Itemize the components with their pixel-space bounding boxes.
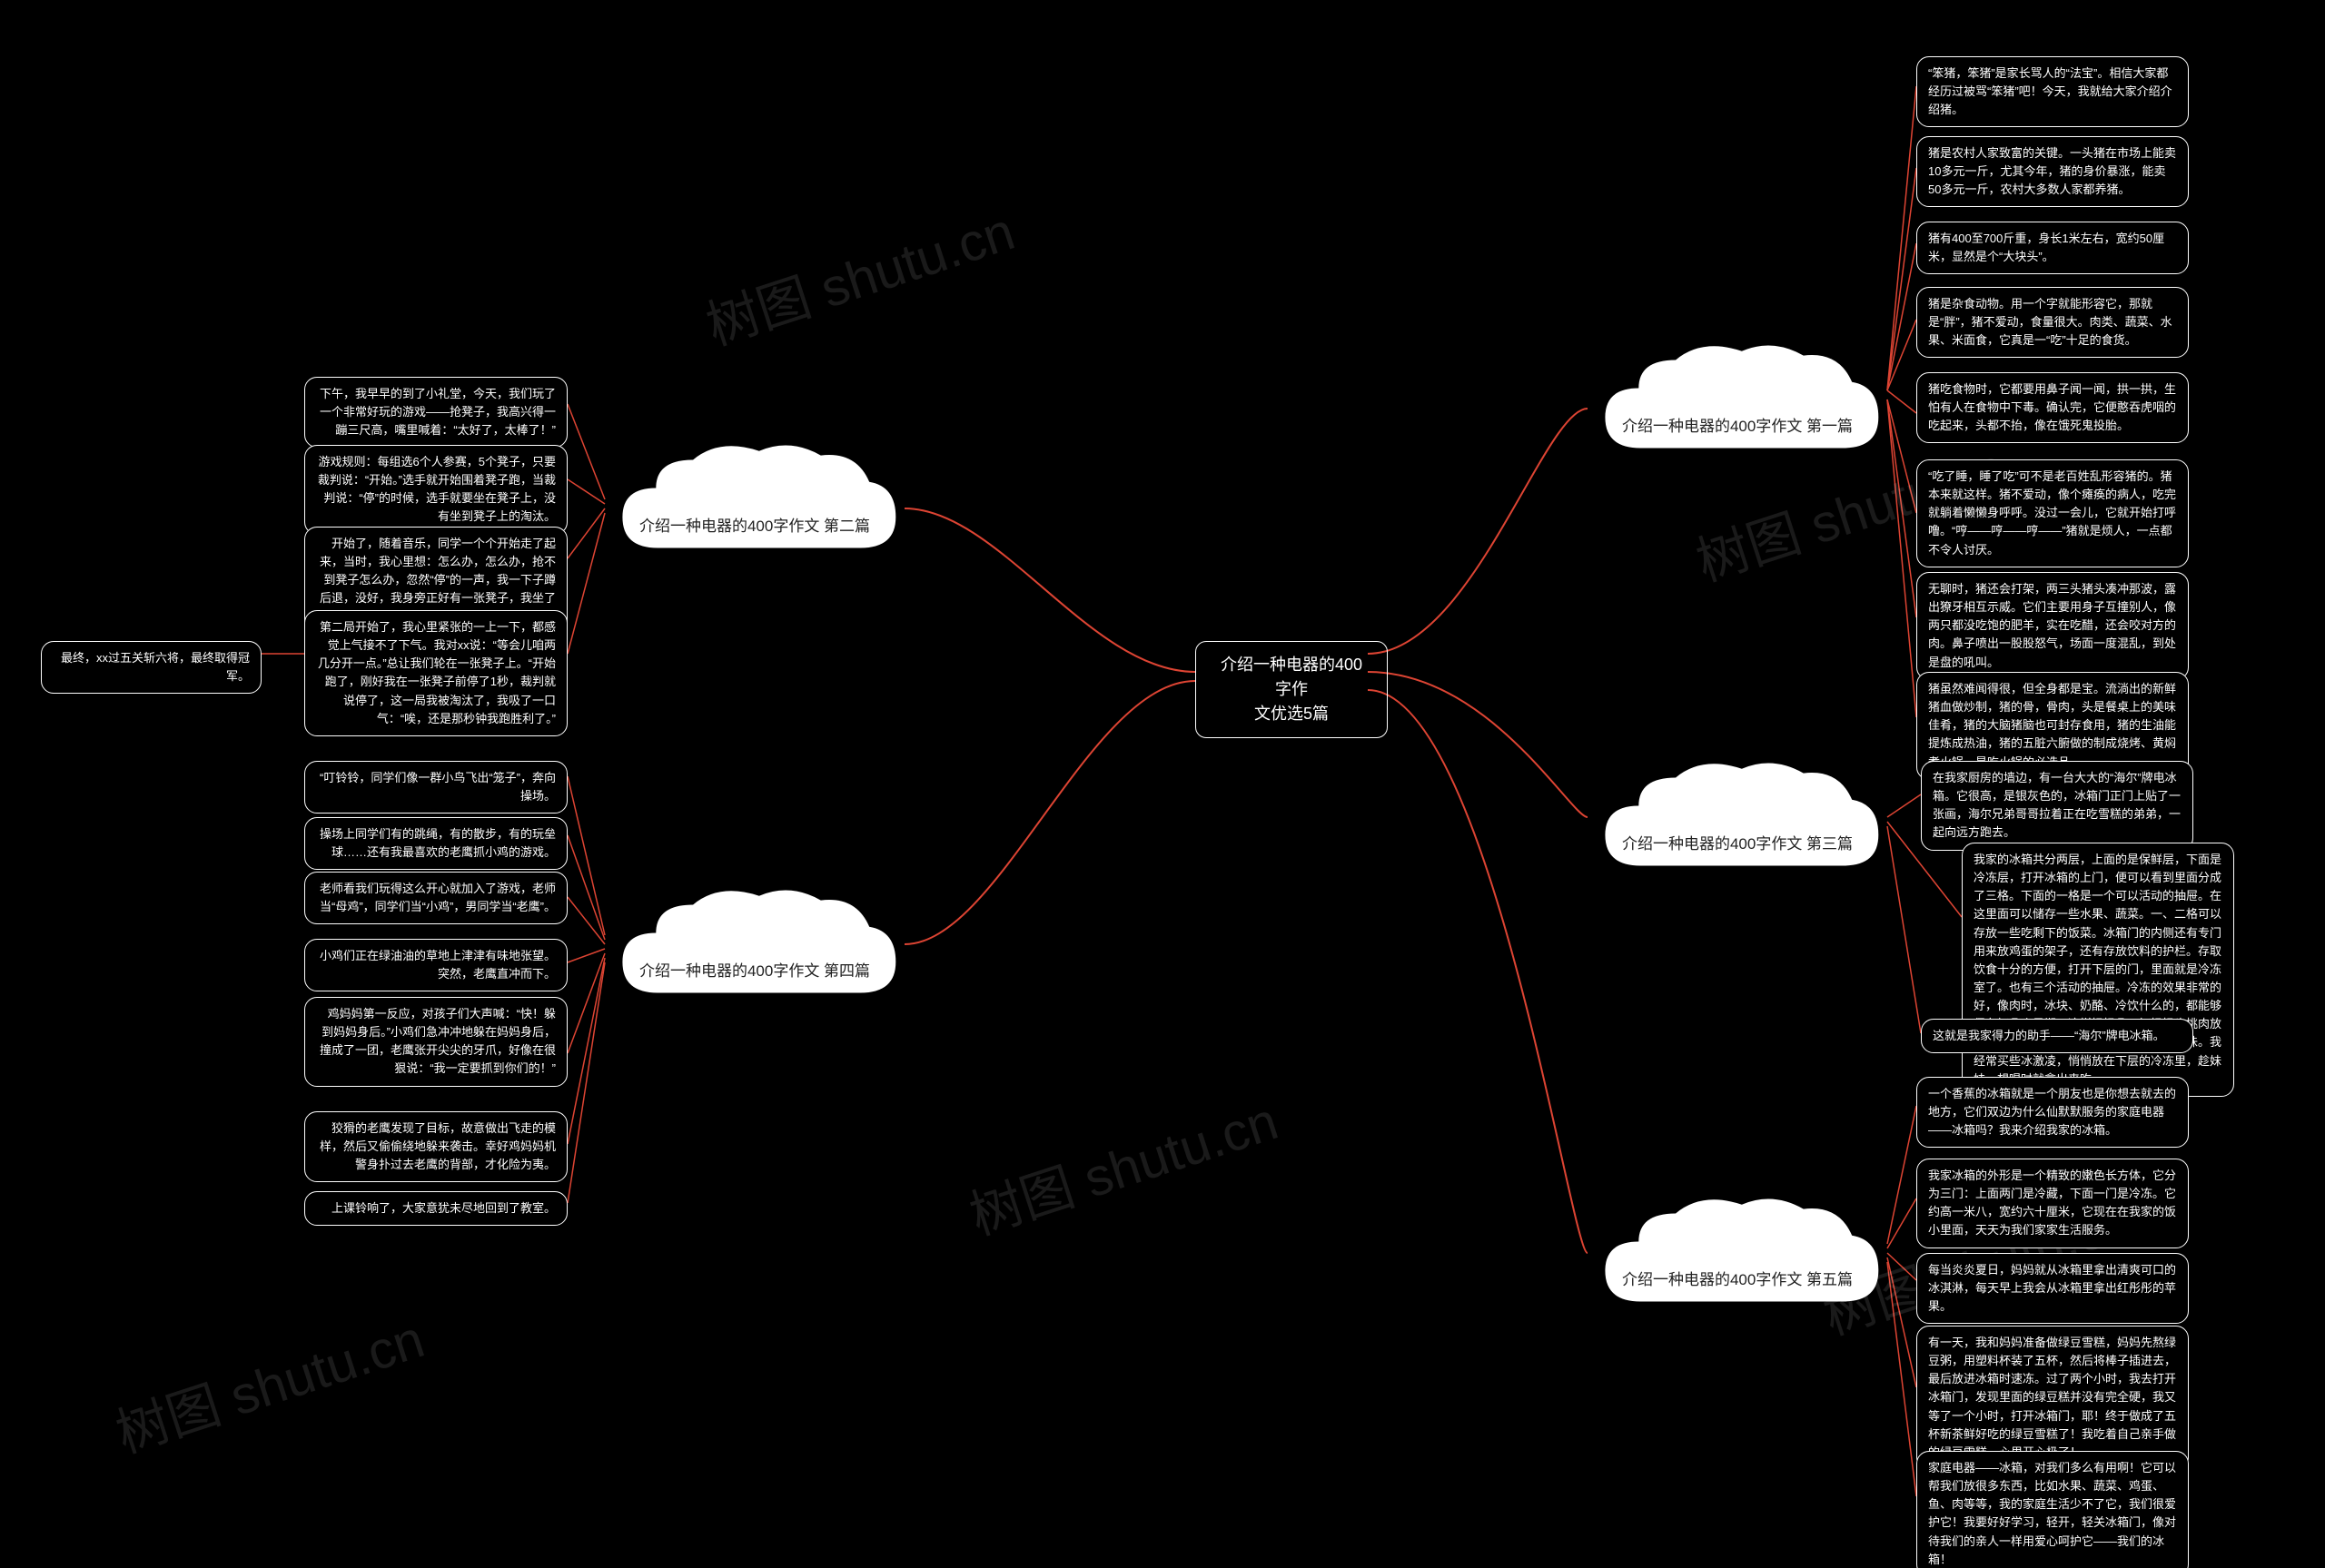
leaf-node[interactable]: 我家冰箱的外形是一个精致的嫩色长方体，它分为三门：上面两门是冷藏，下面一门是冷冻… — [1916, 1159, 2189, 1248]
leaf-node[interactable]: 老师看我们玩得这么开心就加入了游戏，老师当“母鸡”，同学们当“小鸡”，男同学当“… — [304, 872, 568, 924]
leaf-node[interactable]: 鸡妈妈第一反应，对孩子们大声喊：“快！躲到妈妈身后。”小鸡们急冲冲地躲在妈妈身后… — [304, 997, 568, 1087]
branch-label: 介绍一种电器的400字作文 第一篇 — [1588, 413, 1887, 436]
branch-node-5[interactable]: 介绍一种电器的400字作文 第五篇 — [1588, 1180, 1887, 1335]
leaf-node[interactable]: 猪是农村人家致富的关键。一头猪在市场上能卖10多元一斤，尤其今年，猪的身价暴涨，… — [1916, 136, 2189, 207]
branch-node-1[interactable]: 介绍一种电器的400字作文 第一篇 — [1588, 327, 1887, 481]
branch-node-4[interactable]: 介绍一种电器的400字作文 第四篇 — [605, 872, 905, 1026]
leaf-node[interactable]: 操场上同学们有的跳绳，有的散步，有的玩垒球……还有我最喜欢的老鹰抓小鸡的游戏。 — [304, 817, 568, 870]
branch-label: 介绍一种电器的400字作文 第五篇 — [1588, 1267, 1887, 1289]
branch-node-2[interactable]: 介绍一种电器的400字作文 第二篇 — [605, 427, 905, 581]
watermark: 树图 shutu.cn — [959, 1079, 1286, 1249]
leaf-node[interactable]: 第二局开始了，我心里紧张的一上一下，都感觉上气接不了下气。我对xx说：“等会儿咱… — [304, 610, 568, 736]
leaf-node[interactable]: “笨猪，笨猪”是家长骂人的“法宝”。相信大家都经历过被骂“笨猪”吧！今天，我就给… — [1916, 56, 2189, 127]
watermark: 树图 shutu.cn — [696, 189, 1023, 360]
leaf-node[interactable]: 狡猾的老鹰发现了目标，故意做出飞走的模样，然后又偷偷绕地躲来袭击。幸好鸡妈妈机警… — [304, 1111, 568, 1182]
mindmap-canvas: 树图 shutu.cn 树图 shutu.cn 树图 shutu.cn 树图 s… — [0, 0, 2325, 1568]
leaf-node[interactable]: 最终，xx过五关斩六将，最终取得冠军。 — [41, 641, 262, 694]
leaf-node[interactable]: 有一天，我和妈妈准备做绿豆雪糕，妈妈先熬绿豆粥，用塑料杯装了五杯，然后将棒子插进… — [1916, 1326, 2189, 1470]
leaf-node[interactable]: 在我家厨房的墙边，有一台大大的“海尔”牌电冰箱。它很高，是银灰色的，冰箱门正门上… — [1921, 761, 2193, 851]
leaf-node[interactable]: 一个香蕉的冰箱就是一个朋友也是你想去就去的地方，它们双边为什么仙默默服务的家庭电… — [1916, 1077, 2189, 1148]
branch-label: 介绍一种电器的400字作文 第二篇 — [605, 513, 905, 536]
leaf-node[interactable]: 小鸡们正在绿油油的草地上津津有味地张望。突然，老鹰直冲而下。 — [304, 939, 568, 991]
leaf-node[interactable]: 这就是我家得力的助手——“海尔”牌电冰箱。 — [1921, 1019, 2193, 1053]
leaf-node[interactable]: 我家的冰箱共分两层，上面的是保鲜层，下面是冷冻层，打开冰箱的上门，便可以看到里面… — [1962, 843, 2234, 1097]
watermark: 树图 shutu.cn — [105, 1297, 432, 1467]
branch-label: 介绍一种电器的400字作文 第三篇 — [1588, 831, 1887, 853]
branch-label: 介绍一种电器的400字作文 第四篇 — [605, 958, 905, 981]
leaf-node[interactable]: 上课铃响了，大家意犹未尽地回到了教室。 — [304, 1191, 568, 1226]
leaf-node[interactable]: 游戏规则：每组选6个人参赛，5个凳子，只要裁判说：“开始。”选手就开始围着凳子跑… — [304, 445, 568, 535]
leaf-node[interactable]: 无聊时，猪还会打架，两三头猪头凑冲那波，露出獠牙相互示威。它们主要用身子互撞别人… — [1916, 572, 2189, 680]
leaf-node[interactable]: “叮铃铃，同学们像一群小鸟飞出“笼子”，奔向操场。 — [304, 761, 568, 814]
leaf-node[interactable]: 猪是杂食动物。用一个字就能形容它，那就是“胖”，猪不爱动，食量很大。肉类、蔬菜、… — [1916, 287, 2189, 358]
branch-node-3[interactable]: 介绍一种电器的400字作文 第三篇 — [1588, 745, 1887, 899]
leaf-node[interactable]: 猪有400至700斤重，身长1米左右，宽约50厘米，显然是个“大块头”。 — [1916, 222, 2189, 274]
leaf-node[interactable]: 每当炎炎夏日，妈妈就从冰箱里拿出清爽可口的冰淇淋，每天早上我会从冰箱里拿出红彤彤… — [1916, 1253, 2189, 1324]
leaf-node[interactable]: 下午，我早早的到了小礼堂，今天，我们玩了一个非常好玩的游戏——抢凳子，我高兴得一… — [304, 377, 568, 448]
leaf-node[interactable]: “吃了睡，睡了吃”可不是老百姓乱形容猪的。猪本来就这样。猪不爱动，像个瘫痪的病人… — [1916, 459, 2189, 567]
leaf-node[interactable]: 猪吃食物时，它都要用鼻子闻一闻，拱一拱，生怕有人在食物中下毒。确认完，它便憨吞虎… — [1916, 372, 2189, 443]
leaf-node[interactable]: 家庭电器——冰箱，对我们多么有用啊！它可以帮我们放很多东西，比如水果、蔬菜、鸡蛋… — [1916, 1451, 2189, 1568]
root-node[interactable]: 介绍一种电器的400字作 文优选5篇 — [1195, 641, 1388, 738]
